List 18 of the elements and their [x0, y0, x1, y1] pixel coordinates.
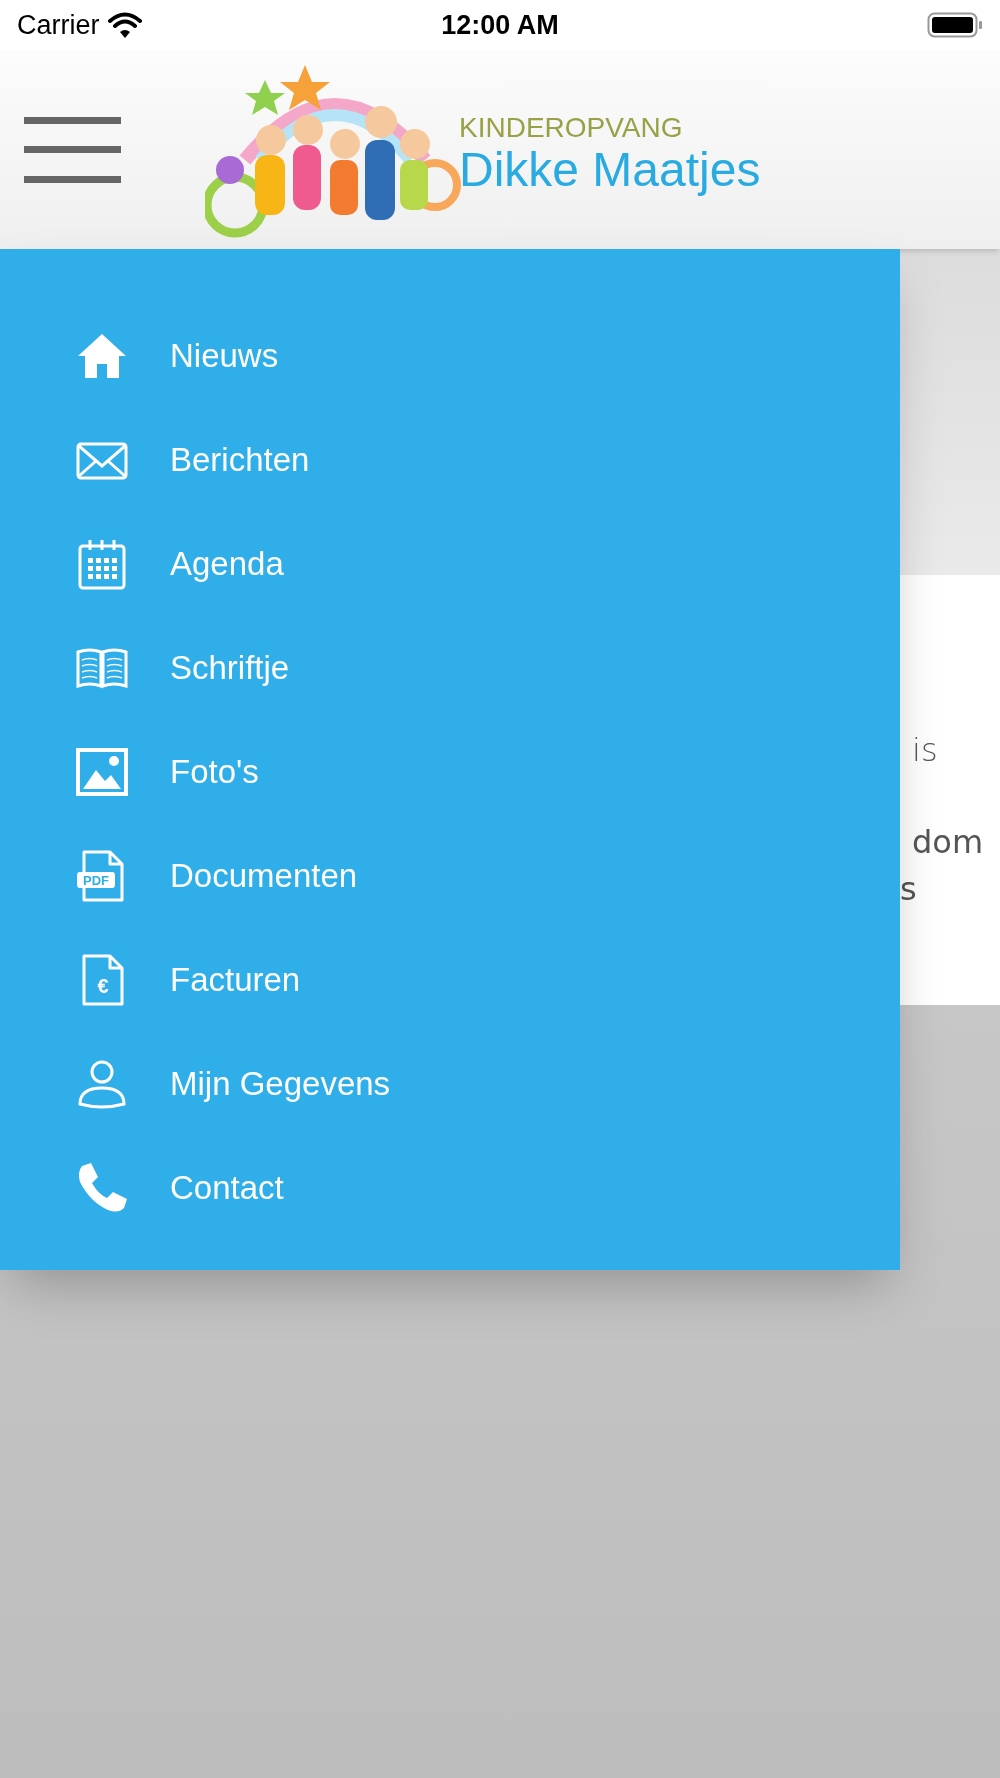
carrier-label: Carrier: [17, 8, 100, 42]
logo-subtitle: KINDEROPVANG: [459, 112, 684, 143]
menu-item[interactable]: Nieuws: [0, 304, 900, 408]
menu-item[interactable]: Agenda: [0, 512, 900, 616]
clock-time: 12:00 AM: [441, 8, 559, 42]
menu-item[interactable]: Mijn Gegevens: [0, 1032, 900, 1136]
body-text: is: [911, 730, 939, 770]
menu-item[interactable]: Schriftje: [0, 616, 900, 720]
body-text: s: [900, 869, 918, 909]
logo-title: Dikke Maatjes: [459, 142, 761, 197]
menu-item[interactable]: Berichten: [0, 408, 900, 512]
battery-icon: [927, 12, 983, 38]
menu-item[interactable]: € Facturen: [0, 928, 900, 1032]
menu-item[interactable]: Foto's: [0, 720, 900, 824]
body-text: dom: [911, 822, 985, 863]
menu-item[interactable]: Contact: [0, 1136, 900, 1240]
menu-item[interactable]: PDF Documenten: [0, 824, 900, 928]
wifi-icon: [107, 12, 142, 38]
